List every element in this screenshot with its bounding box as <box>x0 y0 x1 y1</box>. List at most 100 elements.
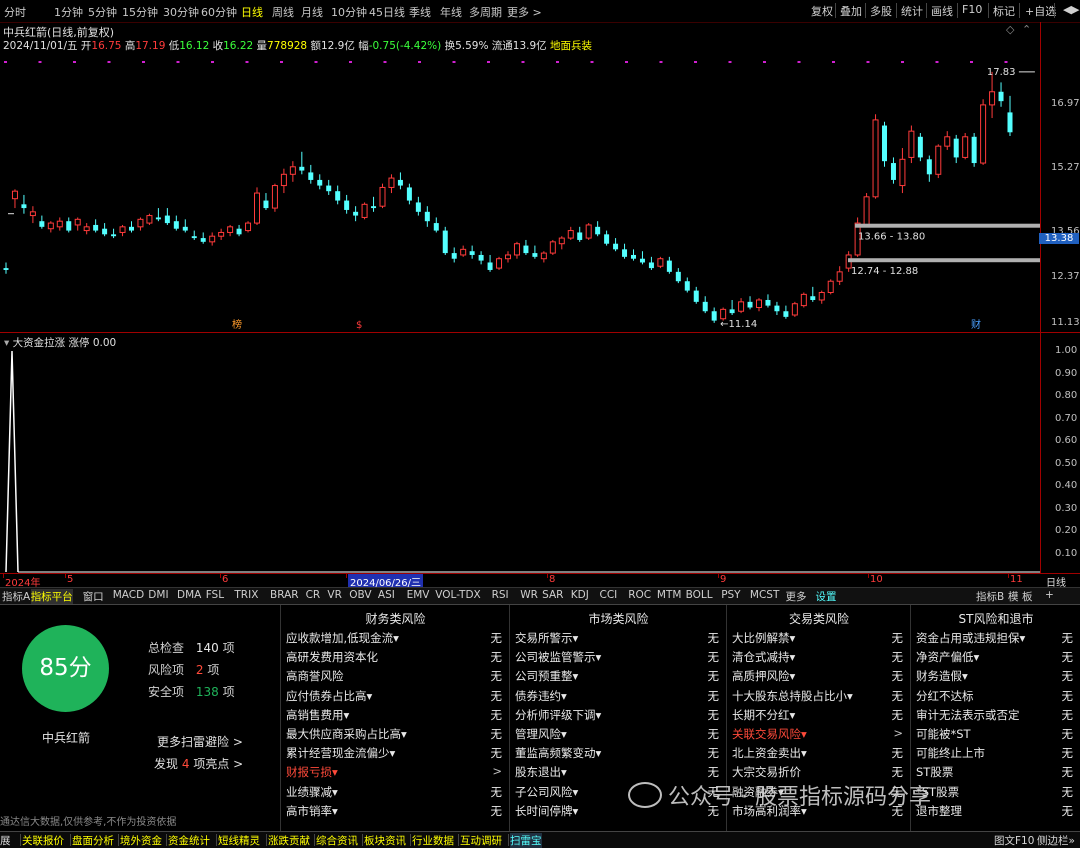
indicator-tab[interactable]: 设置 <box>816 589 837 604</box>
toolbar-button[interactable]: 标记 <box>993 3 1015 19</box>
indicator-tab[interactable]: 更多 <box>786 589 807 604</box>
bottom-tab[interactable]: 盘面分析 <box>72 833 114 848</box>
indicator-tab[interactable]: TRIX <box>234 589 258 601</box>
toolbar-button[interactable]: 画线 <box>931 3 953 19</box>
indicator-tab[interactable]: DMI <box>148 589 168 601</box>
indicator-tab[interactable]: OBV <box>349 589 371 601</box>
risk-item[interactable]: 累计经营现金流偏少▾ 无 <box>286 745 502 764</box>
period-tab[interactable]: 60分钟 <box>201 4 237 20</box>
period-tab[interactable]: 年线 <box>440 4 462 20</box>
period-tab[interactable]: 周线 <box>272 4 294 20</box>
risk-item[interactable]: 公司预重整▾ 无 <box>515 668 719 687</box>
risk-item[interactable]: 财务造假▾ 无 <box>916 668 1073 687</box>
collapse-icon[interactable]: ⌃ <box>1022 23 1031 36</box>
risk-item[interactable]: 高市销率▾ 无 <box>286 803 502 822</box>
indicator-tab[interactable]: CCI <box>600 589 618 601</box>
indicator-tab[interactable]: MCST <box>750 589 779 601</box>
bottom-right-button[interactable]: 侧边栏» <box>1037 833 1075 848</box>
bottom-tab[interactable]: 板块资讯 <box>364 833 406 848</box>
indicator-tab[interactable]: KDJ <box>571 589 589 601</box>
indicator-tab[interactable]: FSL <box>206 589 224 601</box>
bottom-tab[interactable]: 互动调研 <box>460 833 502 848</box>
indicator-tab[interactable]: ROC <box>628 589 651 601</box>
risk-item[interactable]: 关联交易风险▾ > <box>732 726 903 745</box>
risk-item[interactable]: 债券违约▾ 无 <box>515 688 719 707</box>
bottom-tab[interactable]: 短线精灵 <box>218 833 260 848</box>
toolbar-button[interactable]: 复权 <box>811 3 833 19</box>
risk-item[interactable]: 高商誉风险 无 <box>286 668 502 687</box>
indicator-tab[interactable]: 指标平台 <box>30 589 73 604</box>
risk-item[interactable]: 管理风险▾ 无 <box>515 726 719 745</box>
indicator-tab[interactable]: BOLL <box>686 589 713 601</box>
indicator-tab[interactable]: 指标A <box>2 589 30 604</box>
bottom-tab[interactable]: 境外资金 <box>120 833 162 848</box>
period-tab[interactable]: 30分钟 <box>163 4 199 20</box>
period-tab[interactable]: 日线 <box>241 4 263 20</box>
risk-item[interactable]: 清仓式减持▾ 无 <box>732 649 903 668</box>
indicator-tab[interactable]: PSY <box>721 589 740 601</box>
indicator-tab[interactable]: 窗口 <box>83 589 104 604</box>
indicator-tab[interactable]: CR <box>306 589 321 601</box>
indicator-tab-right[interactable]: 指标B <box>976 589 1004 604</box>
highlights-link[interactable]: 发现 4 项亮点 > <box>154 755 243 772</box>
risk-item[interactable]: 审计无法表示或否定 无 <box>916 707 1073 726</box>
bottom-tab[interactable]: 行业数据 <box>412 833 454 848</box>
period-tab[interactable]: 更多 > <box>507 4 542 20</box>
risk-item[interactable]: ST股票 无 <box>916 764 1073 783</box>
risk-item[interactable]: 应收款增加,低现金流▾ 无 <box>286 630 502 649</box>
risk-item[interactable]: 最大供应商采购占比高▾ 无 <box>286 726 502 745</box>
risk-item[interactable]: 应付债券占比高▾ 无 <box>286 688 502 707</box>
indicator-tab[interactable]: MTM <box>657 589 682 601</box>
risk-item[interactable]: 退市整理无 <box>916 803 1073 822</box>
indicator-tab[interactable]: WR <box>520 589 538 601</box>
period-tab[interactable]: 分时 <box>4 4 26 20</box>
period-tab[interactable]: 5分钟 <box>88 4 117 20</box>
toolbar-button[interactable]: 多股 <box>870 3 892 19</box>
risk-item[interactable]: 公司被监管警示▾ 无 <box>515 649 719 668</box>
indicator-tab-right[interactable]: 模 <box>1008 589 1019 604</box>
indicator-tab[interactable]: SAR <box>542 589 563 601</box>
risk-item[interactable]: 高销售费用▾ 无 <box>286 707 502 726</box>
indicator-tab[interactable]: RSI <box>492 589 509 601</box>
diamond-icon[interactable]: ◇ <box>1006 23 1014 36</box>
period-tab[interactable]: 多周期 <box>469 4 502 20</box>
bottom-tab[interactable]: 展 <box>0 833 11 848</box>
risk-item[interactable]: 长期不分红▾ 无 <box>732 707 903 726</box>
period-tab[interactable]: 45日线 <box>369 4 405 20</box>
indicator-tab[interactable]: VOL-TDX <box>435 589 480 601</box>
bottom-tab[interactable]: 综合资讯 <box>316 833 358 848</box>
bottom-right-button[interactable]: 图文F10 <box>994 833 1034 848</box>
indicator-tab[interactable]: VR <box>327 589 341 601</box>
bottom-tab[interactable]: 涨跌贡献 <box>268 833 310 848</box>
bottom-tab[interactable]: 资金统计 <box>168 833 210 848</box>
risk-item[interactable]: 交易所警示▾ 无 <box>515 630 719 649</box>
risk-item[interactable]: 十大股东总持股占比小▾ 无 <box>732 688 903 707</box>
risk-item[interactable]: 分析师评级下调▾ 无 <box>515 707 719 726</box>
risk-item[interactable]: 高质押风险▾ 无 <box>732 668 903 687</box>
candlestick-chart[interactable]: 13.66 - 13.80 12.74 - 12.88 17.83 ←11.14 榜 $ 财 <box>0 58 1040 330</box>
period-tab[interactable]: 月线 <box>301 4 323 20</box>
risk-item[interactable]: *ST股票无 <box>916 784 1073 803</box>
risk-item[interactable]: 净资产偏低▾ 无 <box>916 649 1073 668</box>
period-tab[interactable]: 15分钟 <box>122 4 158 20</box>
toolbar-button[interactable]: 叠加 <box>840 3 862 19</box>
toolbar-button[interactable]: F10 <box>962 3 982 16</box>
risk-item[interactable]: 北上资金卖出▾ 无 <box>732 745 903 764</box>
risk-item[interactable]: 高研发费用资本化 无 <box>286 649 502 668</box>
indicator-tab[interactable]: MACD <box>113 589 144 601</box>
bottom-tab[interactable]: 关联报价 <box>22 833 64 848</box>
concept-link[interactable]: 地面兵装 <box>550 40 592 52</box>
risk-item[interactable]: 大比例解禁▾ 无 <box>732 630 903 649</box>
risk-item[interactable]: 可能被*ST 无 <box>916 726 1073 745</box>
bottom-tab[interactable]: 扫雷宝 <box>510 833 542 848</box>
indicator-tab[interactable]: BRAR <box>270 589 299 601</box>
indicator-tab-right[interactable]: + <box>1045 589 1054 601</box>
indicator-tab[interactable]: ASI <box>378 589 395 601</box>
risk-item[interactable]: 财报亏损▾ > <box>286 764 502 783</box>
toolbar-button[interactable]: 统计 <box>901 3 923 19</box>
risk-item[interactable]: 分红不达标 无 <box>916 688 1073 707</box>
more-scan-link[interactable]: 更多扫雷避险 > <box>157 733 243 750</box>
indicator-tab[interactable]: DMA <box>177 589 201 601</box>
period-tab[interactable]: 季线 <box>409 4 431 20</box>
period-tab[interactable]: 1分钟 <box>54 4 83 20</box>
